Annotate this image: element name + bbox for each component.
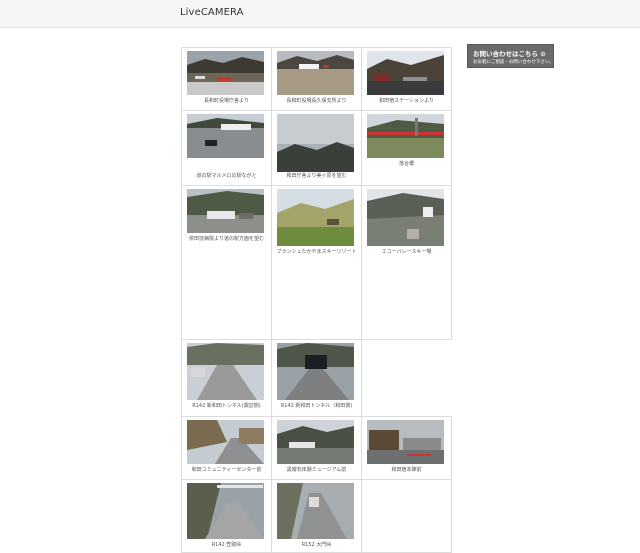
camera-grid: 長和町役場庁舎より 長和町役場長久保支所より 和田宿ステーションより 道の駅マル… — [181, 47, 452, 553]
camera-tile[interactable]: R142 笠取峠 — [181, 479, 272, 553]
camera-image[interactable] — [367, 114, 444, 158]
camera-tile[interactable]: ブランシュたかやまスキーリゾート — [271, 185, 362, 340]
camera-image[interactable] — [277, 483, 354, 539]
camera-tile[interactable]: 和田宿本陣前 — [361, 416, 452, 480]
camera-image[interactable] — [277, 189, 354, 246]
camera-image[interactable] — [187, 51, 264, 95]
site-title[interactable]: LiveCAMERA — [180, 7, 244, 18]
camera-caption[interactable]: R142 新和田トンネル(諏訪側) — [182, 403, 271, 409]
camera-image[interactable] — [277, 114, 354, 172]
camera-caption[interactable]: R152 大門峠 — [272, 542, 361, 548]
camera-caption[interactable]: 和田コミュニティーセンター前 — [182, 467, 271, 473]
camera-caption[interactable]: 道の駅マルメロの駅ながと — [182, 173, 271, 179]
contact-button-label: お問い合わせはこちら ⊙ — [473, 50, 546, 58]
camera-tile[interactable]: 和田庁舎より美ヶ原を望む — [271, 110, 362, 186]
camera-caption[interactable]: 長和町役場長久保支所より — [272, 98, 361, 104]
camera-tile[interactable]: 黒曜石体験ミュージアム前 — [271, 416, 362, 480]
camera-caption[interactable]: R142 新和田トンネル（和田側) — [272, 403, 361, 409]
camera-tile[interactable]: R142 新和田トンネル(諏訪側) — [181, 339, 272, 417]
camera-caption[interactable]: 和田宿ステーションより — [362, 98, 451, 104]
camera-image[interactable] — [367, 189, 444, 246]
camera-caption[interactable]: 和田庁舎より美ヶ原を望む — [272, 173, 361, 179]
contact-button-sublabel: お気軽にご相談・お問い合わせ下さい。 — [473, 60, 554, 65]
camera-tile[interactable]: 長和町役場庁舎より — [181, 47, 272, 111]
camera-caption[interactable]: ブランシュたかやまスキーリゾート — [272, 249, 361, 255]
camera-image[interactable] — [277, 51, 354, 95]
camera-image[interactable] — [187, 343, 264, 400]
camera-image[interactable] — [187, 189, 264, 233]
camera-tile[interactable]: 和田コミュニティーセンター前 — [181, 416, 272, 480]
camera-image[interactable] — [367, 420, 444, 464]
camera-image[interactable] — [187, 114, 264, 158]
camera-image[interactable] — [367, 51, 444, 95]
camera-tile[interactable]: R142 新和田トンネル（和田側) — [271, 339, 362, 417]
camera-caption[interactable]: R142 笠取峠 — [182, 542, 271, 548]
camera-tile[interactable]: エコーバレースキー場 — [361, 185, 452, 340]
camera-caption[interactable]: 長和町役場庁舎より — [182, 98, 271, 104]
camera-tile[interactable]: 道の駅マルメロの駅ながと — [181, 110, 272, 186]
camera-image[interactable] — [187, 420, 264, 464]
camera-tile[interactable]: 依田窪病院より道の駅方面を望む — [181, 185, 272, 340]
empty-tile — [361, 479, 452, 553]
camera-image[interactable] — [277, 343, 354, 400]
camera-caption[interactable]: エコーバレースキー場 — [362, 249, 451, 255]
camera-caption[interactable]: 依田窪病院より道の駅方面を望む — [182, 236, 271, 242]
camera-tile[interactable]: 落合橋 — [361, 110, 452, 186]
camera-image[interactable] — [277, 420, 354, 464]
camera-tile[interactable]: R152 大門峠 — [271, 479, 362, 553]
camera-tile[interactable]: 和田宿ステーションより — [361, 47, 452, 111]
camera-image[interactable] — [187, 483, 264, 539]
camera-caption[interactable]: 落合橋 — [362, 161, 451, 167]
top-bar: LiveCAMERA — [0, 0, 640, 28]
camera-caption[interactable]: 黒曜石体験ミュージアム前 — [272, 467, 361, 473]
contact-button[interactable]: お問い合わせはこちら ⊙ お気軽にご相談・お問い合わせ下さい。 — [467, 44, 554, 68]
camera-tile[interactable]: 長和町役場長久保支所より — [271, 47, 362, 111]
camera-caption[interactable]: 和田宿本陣前 — [362, 467, 451, 473]
